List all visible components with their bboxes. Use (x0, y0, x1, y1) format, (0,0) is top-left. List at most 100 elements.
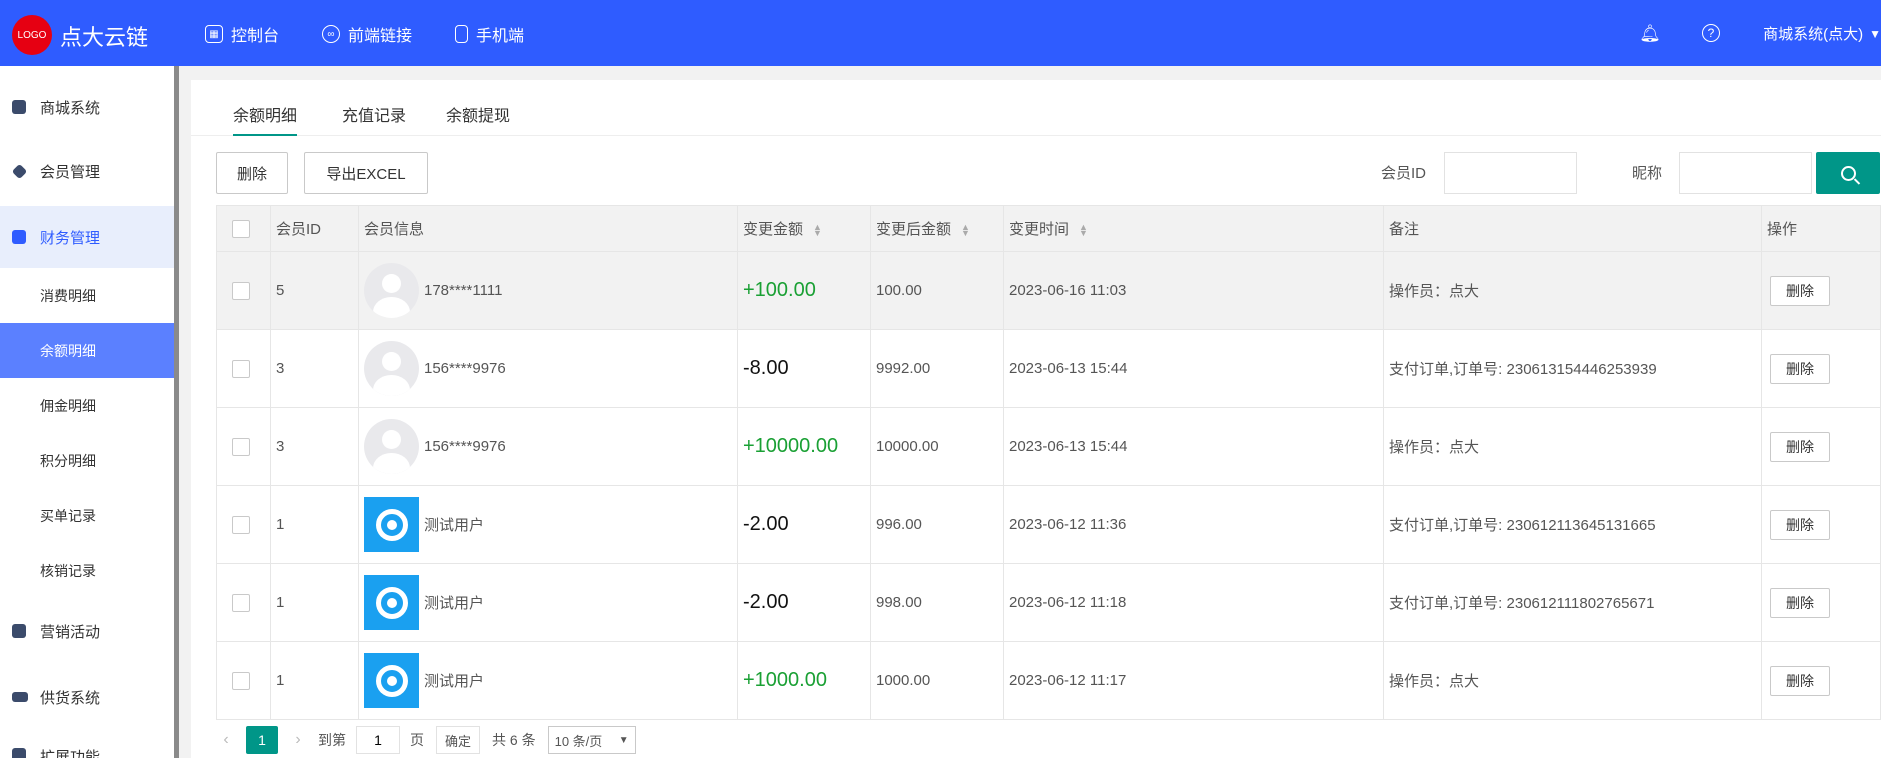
bell-icon[interactable]: 🔔︎ (1639, 24, 1661, 44)
topnav-label: 手机端 (476, 28, 525, 45)
brand-name: 点大云链 (60, 25, 149, 50)
member-info-cell: 测试用户 (358, 641, 738, 720)
sidebar-item-label: 扩展功能 (40, 749, 101, 758)
row-checkbox[interactable] (232, 359, 250, 378)
page-1-button[interactable]: 1 (246, 726, 278, 754)
sidebar-sub-label: 买单记录 (40, 507, 96, 524)
member-name: 178****1111 (424, 282, 503, 299)
tab-recharge-records[interactable]: 充值记录 (342, 102, 406, 136)
help-icon[interactable]: ? (1702, 24, 1720, 42)
sort-icon[interactable]: ▲ ▼ (1079, 223, 1088, 238)
row-delete-button[interactable]: 删除 (1770, 509, 1830, 540)
sidebar-sub-verification[interactable]: 核销记录 (0, 543, 174, 598)
sidebar-item-label: 营销活动 (40, 623, 101, 641)
row-checkbox[interactable] (232, 671, 250, 690)
avatar (364, 575, 419, 630)
change-amount-cell: -8.00 (737, 329, 871, 408)
sidebar-sub-consumption[interactable]: 消费明细 (0, 268, 174, 323)
balance-after-cell: 998.00 (870, 563, 1004, 642)
row-select-cell (216, 329, 271, 408)
sidebar-sub-checkout[interactable]: 买单记录 (0, 488, 174, 543)
remark-cell: 支付订单,订单号: 230613154446253939 (1383, 329, 1762, 408)
col-remark: 备注 (1383, 205, 1762, 252)
topnav-label: 控制台 (231, 28, 280, 45)
topnav-mobile[interactable]: 手机端 (455, 22, 524, 46)
change-amount: +10000.00 (743, 435, 839, 457)
change-time-cell: 2023-06-13 15:44 (1003, 407, 1384, 486)
change-time-cell: 2023-06-12 11:18 (1003, 563, 1384, 642)
row-delete-button[interactable]: 删除 (1770, 431, 1830, 462)
select-all-checkbox[interactable] (232, 219, 250, 238)
col-label: 变更时间 (1009, 221, 1070, 238)
row-delete-button[interactable]: 删除 (1770, 353, 1830, 384)
chevron-down-icon: ▼ (618, 734, 629, 746)
topnav-frontend-link[interactable]: ∞ 前端链接 (322, 22, 412, 46)
actions-cell: 删除 (1761, 641, 1881, 720)
remark-cell: 支付订单,订单号: 230612111802765671 (1383, 563, 1762, 642)
change-amount-cell: +10000.00 (737, 407, 871, 486)
col-change-amount[interactable]: 变更金额 ▲ ▼ (737, 205, 871, 252)
col-balance-after[interactable]: 变更后金额 ▲ ▼ (870, 205, 1004, 252)
sidebar-item-finance[interactable]: 财务管理 (0, 206, 174, 268)
sidebar-item-supply[interactable]: 供货系统 (0, 670, 174, 724)
sidebar-item-label: 商城系统 (40, 99, 101, 117)
avatar (364, 419, 419, 474)
sidebar-item-members[interactable]: 会员管理 (0, 144, 174, 198)
sidebar-item-mall[interactable]: 商城系统 (0, 80, 174, 134)
goto-confirm-button[interactable]: 确定 (436, 726, 481, 754)
delete-button[interactable]: 删除 (216, 152, 288, 194)
top-header: LOGO 点大云链 ▦ 控制台 ∞ 前端链接 手机端 🔔︎ ? 商城系统(点大)… (0, 0, 1881, 66)
member-info-cell: 156****9976 (358, 407, 738, 486)
truck-icon (12, 692, 28, 702)
col-member-info: 会员信息 (358, 205, 738, 252)
sidebar-scrollbar[interactable] (174, 66, 179, 758)
chevron-down-icon: ▼ (1869, 26, 1881, 41)
topnav-dashboard[interactable]: ▦ 控制台 (205, 22, 279, 46)
page-size-select[interactable]: 10 条/页 ▼ (547, 726, 636, 754)
nickname-input[interactable] (1679, 152, 1812, 194)
sort-icon[interactable]: ▲ ▼ (813, 223, 822, 238)
goto-label: 到第 (318, 732, 346, 748)
sidebar-item-marketing[interactable]: 营销活动 (0, 604, 174, 658)
search-button[interactable] (1816, 152, 1880, 194)
member-id-label: 会员ID (1381, 165, 1427, 182)
sidebar-sub-points[interactable]: 积分明细 (0, 433, 174, 488)
main-panel: 余额明细 充值记录 余额提现 删除 导出EXCEL 会员ID 昵称 会员ID 会… (191, 80, 1881, 758)
change-amount: +1000.00 (743, 669, 827, 691)
row-select-cell (216, 407, 271, 486)
member-name: 156****9976 (424, 438, 506, 455)
user-menu[interactable]: 商城系统(点大) ▼ (1763, 23, 1881, 44)
sidebar-sub-label: 消费明细 (40, 287, 96, 304)
row-delete-button[interactable]: 删除 (1770, 275, 1830, 306)
export-excel-button[interactable]: 导出EXCEL (304, 152, 428, 194)
search-icon (1840, 165, 1856, 181)
prev-page-icon[interactable]: ‹ (216, 731, 236, 749)
tab-balance-detail[interactable]: 余额明细 (233, 102, 297, 136)
row-delete-button[interactable]: 删除 (1770, 587, 1830, 618)
row-delete-button[interactable]: 删除 (1770, 665, 1830, 696)
table-header-row: 会员ID 会员信息 变更金额 ▲ ▼ 变更后金额 ▲ ▼ 变更时间 ▲ ▼ 备注 操作 (216, 205, 1881, 252)
table-row: 5 178****1111 +100.00 100.00 2023-06-16 11:0… (216, 251, 1881, 330)
sort-icon[interactable]: ▲ ▼ (961, 223, 970, 238)
tab-withdrawals[interactable]: 余额提现 (446, 102, 510, 136)
change-amount: -2.00 (743, 513, 789, 535)
avatar (364, 263, 419, 318)
row-checkbox[interactable] (232, 281, 250, 300)
row-checkbox[interactable] (232, 593, 250, 612)
row-checkbox[interactable] (232, 437, 250, 456)
col-change-time[interactable]: 变更时间 ▲ ▼ (1003, 205, 1384, 252)
table-row: 1 测试用户 +1000.00 1000.00 2023-06-12 11:17 操作员：… (216, 641, 1881, 720)
member-id-input[interactable] (1444, 152, 1577, 194)
sidebar-item-extensions[interactable]: 扩展功能 (0, 734, 174, 758)
row-checkbox[interactable] (232, 515, 250, 534)
link-icon: ∞ (322, 25, 340, 43)
sidebar-sub-commission[interactable]: 佣金明细 (0, 378, 174, 433)
goto-page-input[interactable] (356, 726, 400, 754)
member-id-cell: 3 (270, 329, 359, 408)
remark-cell: 操作员：点大 (1383, 641, 1762, 720)
change-time-cell: 2023-06-16 11:03 (1003, 251, 1384, 330)
sidebar-sub-balance[interactable]: 余额明细 (0, 323, 174, 378)
col-label: 变更金额 (743, 221, 804, 238)
balance-after-cell: 10000.00 (870, 407, 1004, 486)
next-page-icon[interactable]: › (288, 731, 308, 749)
